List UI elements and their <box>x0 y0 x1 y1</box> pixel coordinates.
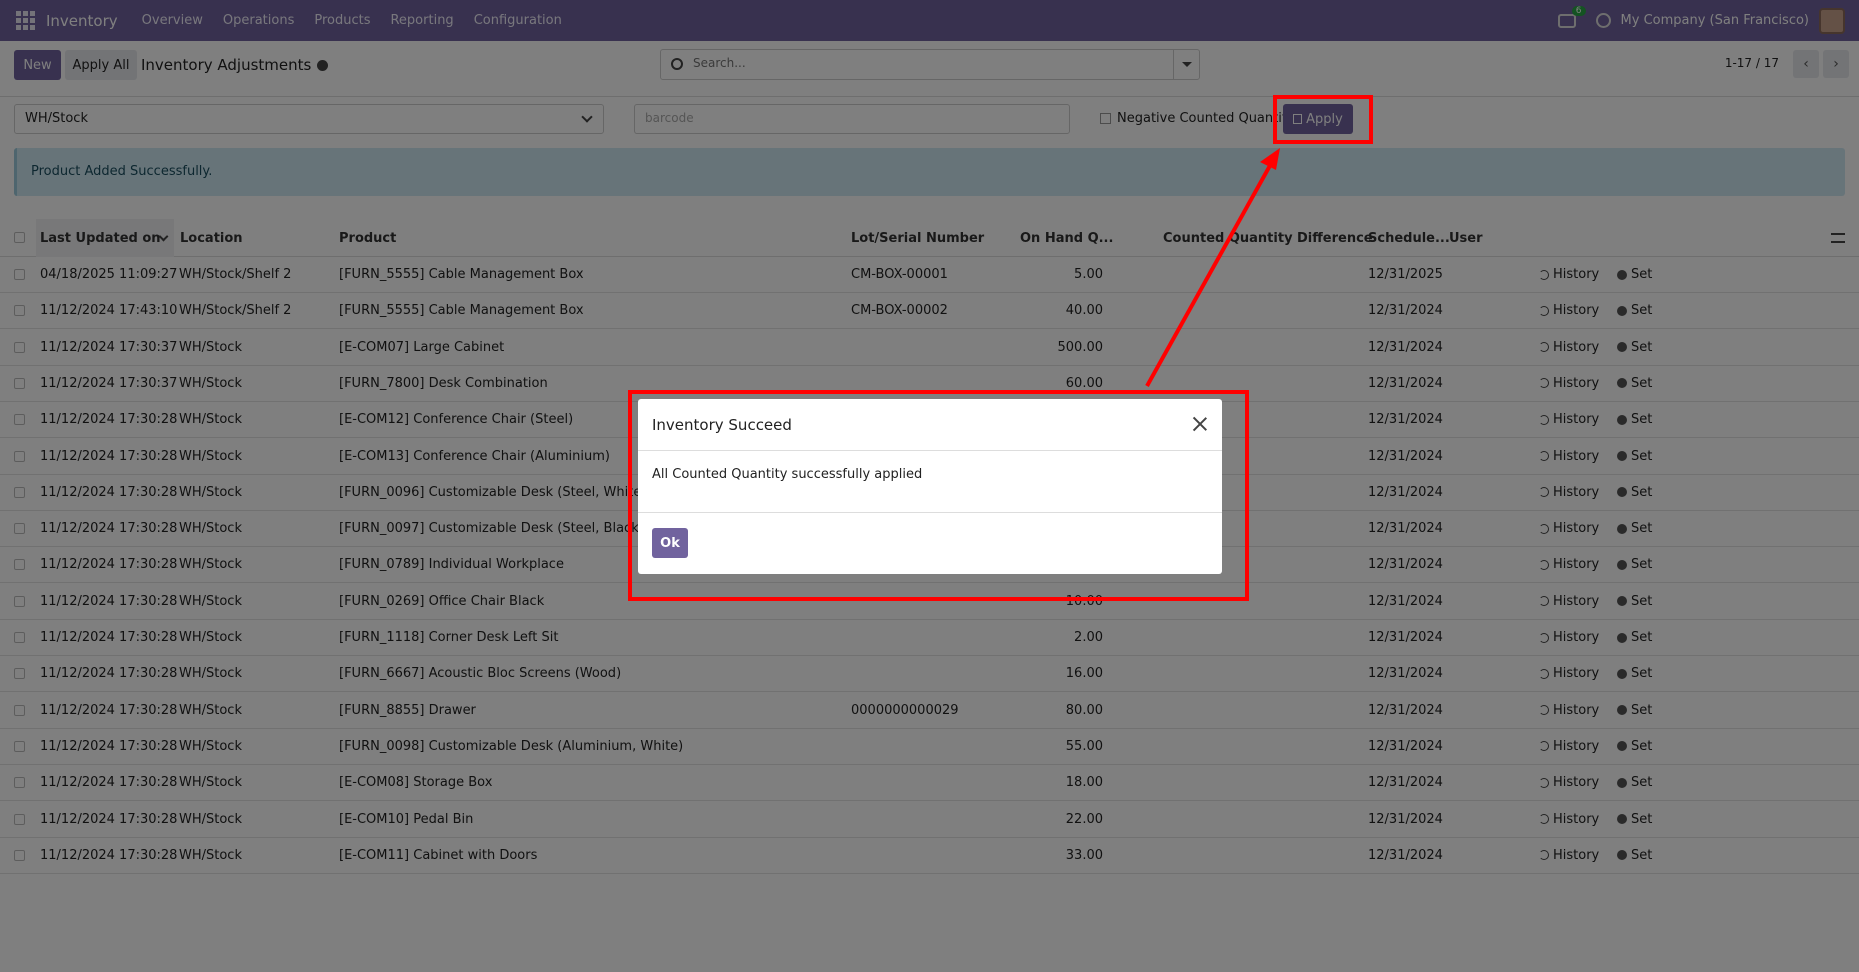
apply-highlight-box <box>1273 95 1373 144</box>
dialog-highlight-box <box>628 390 1249 601</box>
